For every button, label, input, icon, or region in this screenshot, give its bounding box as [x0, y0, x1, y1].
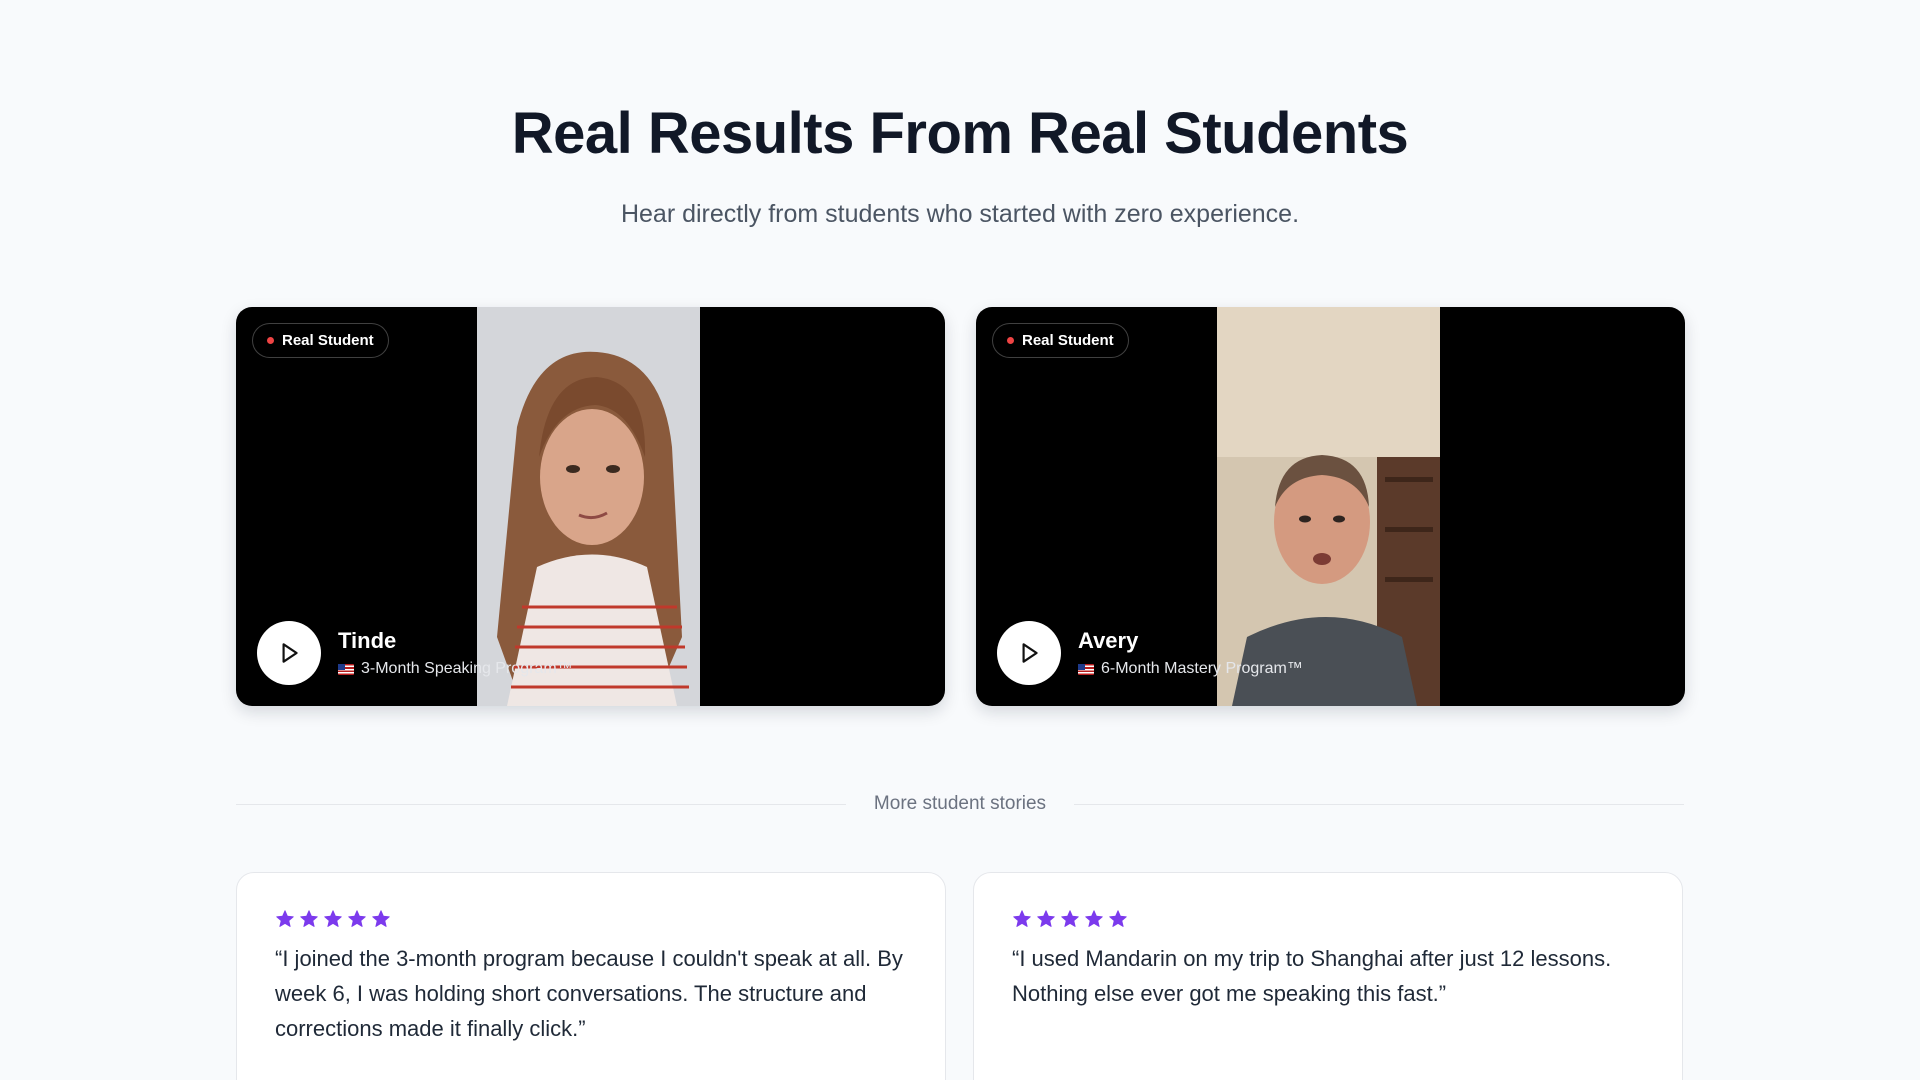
play-button[interactable]	[997, 621, 1061, 685]
star-icon	[324, 910, 342, 927]
review-card: “I used Mandarin on my trip to Shanghai …	[973, 872, 1683, 1080]
live-dot-icon	[267, 337, 274, 344]
star-icon	[276, 910, 294, 927]
video-testimonial-card[interactable]: Real Student Avery 6-Month Mastery Progr…	[976, 307, 1685, 706]
star-icon	[1013, 910, 1031, 927]
student-name: Tinde	[338, 628, 397, 653]
star-icon	[1109, 910, 1127, 927]
live-dot-icon	[1007, 337, 1014, 344]
star-rating	[275, 909, 907, 929]
review-card: “I joined the 3-month program because I …	[236, 872, 946, 1080]
us-flag-icon	[1078, 663, 1094, 675]
section-subtitle: Hear directly from students who started …	[620, 200, 1300, 228]
more-stories-label: More student stories	[873, 793, 1047, 814]
divider-line	[236, 804, 846, 805]
review-quote: “I joined the 3-month program because I …	[275, 946, 903, 1041]
play-icon	[282, 643, 298, 663]
program-label: 6-Month Mastery Program™	[1101, 660, 1303, 677]
testimonials-section: Real Results From Real Students Hear dir…	[0, 0, 1920, 1080]
star-rating	[1012, 909, 1644, 929]
student-program: 3-Month Speaking Program™	[338, 660, 573, 678]
real-student-badge: Real Student	[252, 323, 389, 358]
real-student-badge: Real Student	[992, 323, 1129, 358]
star-icon	[348, 910, 366, 927]
review-quote: “I used Mandarin on my trip to Shanghai …	[1012, 946, 1612, 1006]
star-icon	[1085, 910, 1103, 927]
divider-line	[1074, 804, 1684, 805]
student-program: 6-Month Mastery Program™	[1078, 660, 1303, 678]
star-icon	[1061, 910, 1079, 927]
student-info: Tinde 3-Month Speaking Program™	[338, 628, 573, 678]
star-icon	[300, 910, 318, 927]
play-button[interactable]	[257, 621, 321, 685]
student-info: Avery 6-Month Mastery Program™	[1078, 628, 1303, 678]
star-icon	[1037, 910, 1055, 927]
play-icon	[1022, 643, 1038, 663]
us-flag-icon	[338, 663, 354, 675]
student-name: Avery	[1078, 628, 1139, 653]
video-testimonial-card[interactable]: Real Student Tinde 3-Month Speaking Prog…	[236, 307, 945, 706]
badge-label: Real Student	[282, 332, 374, 349]
section-title: Real Results From Real Students	[511, 101, 1409, 166]
badge-label: Real Student	[1022, 332, 1114, 349]
star-icon	[372, 910, 390, 927]
program-label: 3-Month Speaking Program™	[361, 660, 573, 677]
